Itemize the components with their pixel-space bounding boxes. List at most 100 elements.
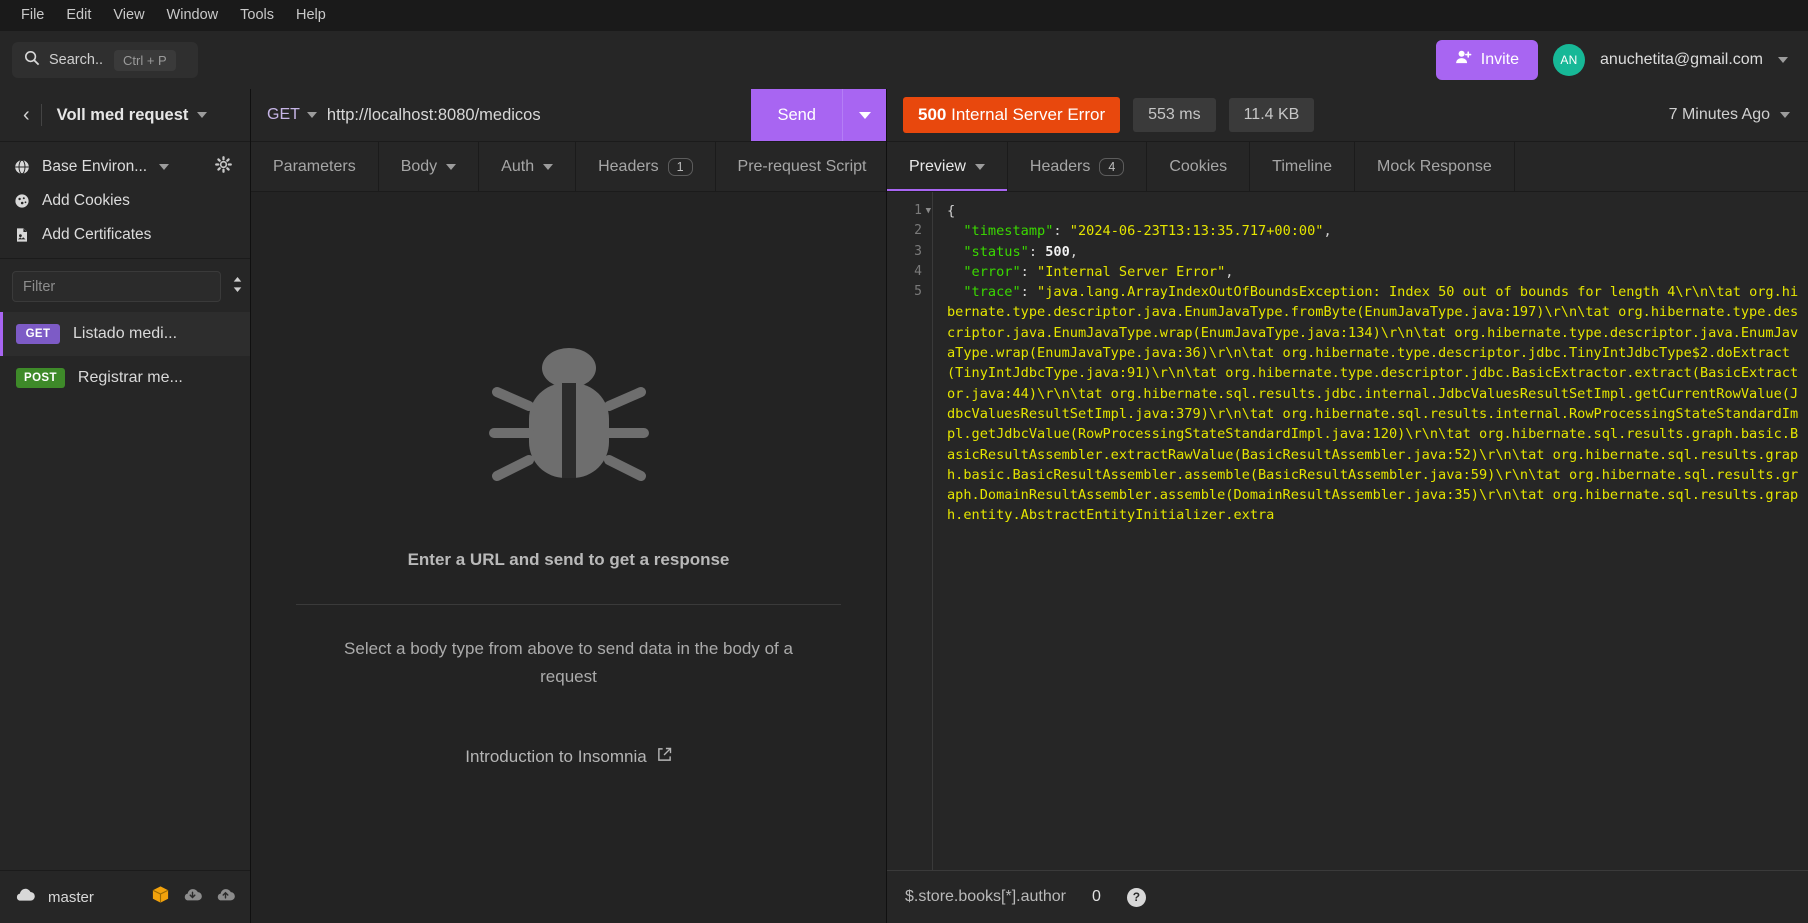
line-number-value: 1 xyxy=(914,203,922,218)
line-number-gutter: ▼ 1 2 3 4 5 xyxy=(887,192,933,870)
sort-icon[interactable] xyxy=(231,276,244,297)
certificate-icon xyxy=(14,227,36,243)
list-item[interactable]: POST Registrar me... xyxy=(0,356,250,400)
request-name: Registrar me... xyxy=(77,369,183,386)
gear-icon[interactable] xyxy=(215,156,236,178)
response-footer: $.store.books[*].author 0 ? xyxy=(887,870,1808,923)
chevron-down-icon xyxy=(1780,112,1790,118)
help-icon[interactable]: ? xyxy=(1126,887,1146,907)
list-item[interactable]: GET Listado medi... xyxy=(0,312,250,356)
line-number: 2 xyxy=(914,223,922,239)
filter-result-count: 0 xyxy=(1091,888,1101,905)
add-cookies-item[interactable]: Add Cookies xyxy=(0,184,250,218)
response-history-selector[interactable]: 7 Minutes Ago xyxy=(1669,106,1790,124)
json-value-error: "Internal Server Error" xyxy=(1037,263,1226,280)
tab-label: Headers xyxy=(1029,157,1091,175)
request-list: GET Listado medi... POST Registrar me... xyxy=(0,312,250,870)
menu-item-edit[interactable]: Edit xyxy=(55,0,102,31)
url-bar: GET http://localhost:8080/medicos Send xyxy=(251,89,886,142)
workspace-name[interactable]: Voll med request xyxy=(57,106,189,125)
request-pane: GET http://localhost:8080/medicos Send P… xyxy=(251,89,887,923)
introduction-link-label: Introduction to Insomnia xyxy=(465,747,647,767)
fold-arrow-icon[interactable]: ▼ xyxy=(926,201,931,221)
tab-label: Preview xyxy=(909,157,966,175)
response-status-bar: 500 Internal Server Error 553 ms 11.4 KB… xyxy=(887,89,1808,142)
tab-label: Cookies xyxy=(1169,157,1228,175)
top-bar-right: Invite AN anuchetita@gmail.com xyxy=(1435,40,1788,80)
chevron-down-icon xyxy=(974,163,985,170)
url-input[interactable]: http://localhost:8080/medicos xyxy=(327,106,752,125)
workspace-chevron-down-icon[interactable] xyxy=(197,112,208,118)
globe-icon xyxy=(14,159,36,175)
avatar[interactable]: AN xyxy=(1553,44,1586,76)
environment-selector[interactable]: Base Environ... xyxy=(0,150,250,184)
add-cookies-label: Add Cookies xyxy=(42,192,130,209)
empty-state-title: Enter a URL and send to get a response xyxy=(407,549,730,569)
divider xyxy=(296,603,841,605)
tab-pre-request-script[interactable]: Pre-request Script xyxy=(716,142,886,191)
menu-item-tools[interactable]: Tools xyxy=(229,0,285,31)
sidebar-footer: master xyxy=(0,870,250,923)
method-chevron-down-icon[interactable] xyxy=(306,112,317,118)
filter-input[interactable] xyxy=(12,271,221,302)
invite-button[interactable]: Invite xyxy=(1435,40,1539,80)
request-empty-state: Enter a URL and send to get a response S… xyxy=(251,192,886,923)
account-email[interactable]: anuchetita@gmail.com xyxy=(1600,51,1763,69)
response-time: 553 ms xyxy=(1133,98,1216,132)
environment-chevron-down-icon[interactable] xyxy=(159,164,170,170)
top-bar: Search.. Ctrl + P Invite AN anuchetita@g… xyxy=(0,31,1808,89)
method-selector[interactable]: GET xyxy=(251,106,300,124)
tab-cookies[interactable]: Cookies xyxy=(1147,142,1251,191)
tab-auth[interactable]: Auth xyxy=(479,142,577,191)
person-add-icon xyxy=(1455,49,1472,71)
search-input[interactable]: Search.. Ctrl + P xyxy=(12,42,198,78)
request-tabs: Parameters Body Auth Headers 1 Pre-reque… xyxy=(251,142,886,192)
line-number: 5 xyxy=(914,284,922,300)
tab-timeline[interactable]: Timeline xyxy=(1250,142,1356,191)
send-options-button[interactable] xyxy=(842,89,886,141)
cloud-upload-icon[interactable] xyxy=(215,887,236,908)
menu-item-file[interactable]: File xyxy=(10,0,55,31)
line-number: 4 xyxy=(914,263,922,279)
tab-response-headers[interactable]: Headers 4 xyxy=(1008,142,1148,191)
response-body[interactable]: ▼ 1 2 3 4 5 { "timestamp": "2024-06-23T1… xyxy=(887,192,1808,870)
status-code: 500 xyxy=(918,105,947,124)
request-name: Listado medi... xyxy=(73,325,178,342)
tab-label: Body xyxy=(400,157,438,175)
cookie-icon xyxy=(14,193,36,209)
cloud-download-icon[interactable] xyxy=(182,887,203,908)
send-group: Send xyxy=(751,89,886,141)
tab-preview[interactable]: Preview xyxy=(887,142,1008,191)
status-text: Internal Server Error xyxy=(951,105,1106,124)
menu-item-window[interactable]: Window xyxy=(156,0,230,31)
menu-item-help[interactable]: Help xyxy=(285,0,337,31)
tab-headers[interactable]: Headers 1 xyxy=(576,142,716,191)
json-viewer[interactable]: { "timestamp": "2024-06-23T13:13:35.717+… xyxy=(933,192,1808,870)
bug-icon xyxy=(488,347,649,508)
package-icon[interactable] xyxy=(151,885,170,909)
send-button[interactable]: Send xyxy=(751,89,842,141)
menu-item-view[interactable]: View xyxy=(102,0,155,31)
introduction-link[interactable]: Introduction to Insomnia xyxy=(465,747,671,767)
tab-body[interactable]: Body xyxy=(379,142,480,191)
external-link-icon xyxy=(657,747,672,767)
add-certificates-label: Add Certificates xyxy=(42,226,152,243)
chevron-down-icon xyxy=(446,163,457,170)
empty-state-subtitle: Select a body type from above to send da… xyxy=(344,638,793,686)
environment-block: Base Environ... Add Cookies Add Certific… xyxy=(0,142,250,259)
invite-label: Invite xyxy=(1480,51,1520,68)
sidebar: ‹ Voll med request Base Environ... Add C… xyxy=(0,89,271,923)
tab-mock-response[interactable]: Mock Response xyxy=(1355,142,1515,191)
tab-label: Pre-request Script xyxy=(737,157,867,175)
json-value-timestamp: "2024-06-23T13:13:35.717+00:00" xyxy=(1069,223,1324,240)
sidebar-header: ‹ Voll med request xyxy=(0,89,250,142)
add-certificates-item[interactable]: Add Certificates xyxy=(0,218,250,252)
tab-parameters[interactable]: Parameters xyxy=(251,142,379,191)
response-tabs: Preview Headers 4 Cookies Timeline Mock … xyxy=(887,142,1808,192)
json-value-trace: "java.lang.ArrayIndexOutOfBoundsExceptio… xyxy=(947,284,1799,524)
jsonpath-filter-input[interactable]: $.store.books[*].author xyxy=(905,888,1066,906)
git-branch-label[interactable]: master xyxy=(48,889,94,906)
chevron-down-icon[interactable] xyxy=(1778,57,1788,63)
back-arrow-icon[interactable]: ‹ xyxy=(12,104,41,127)
search-shortcut: Ctrl + P xyxy=(114,49,176,71)
